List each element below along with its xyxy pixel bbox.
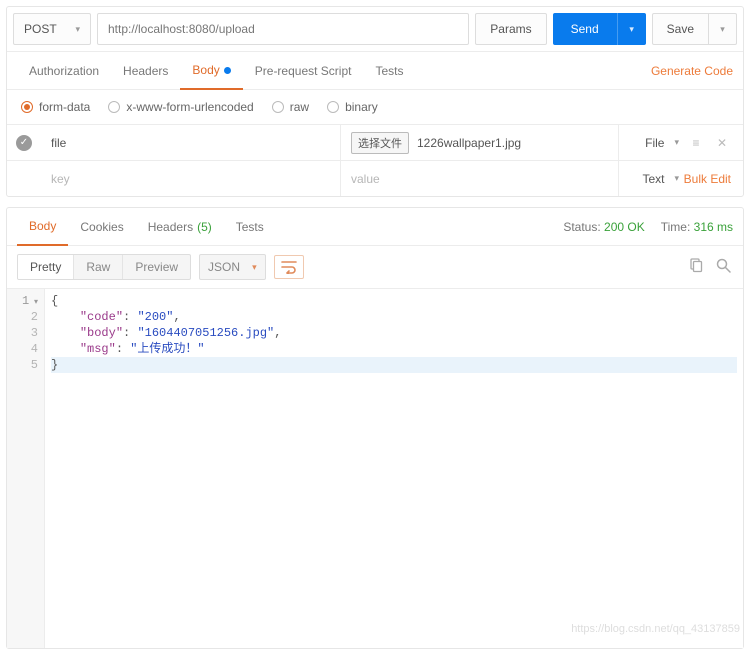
body-type-row: form-data x-www-form-urlencoded raw bina… <box>7 90 743 124</box>
generate-code-link[interactable]: Generate Code <box>651 64 733 78</box>
headers-count: (5) <box>197 220 212 234</box>
radio-icon <box>108 101 120 113</box>
value-input[interactable]: 选择文件 1226wallpaper1.jpg <box>341 125 619 160</box>
tab-authorization[interactable]: Authorization <box>17 52 111 89</box>
radio-form-data[interactable]: form-data <box>21 100 90 114</box>
save-button[interactable]: Save <box>652 13 709 45</box>
request-tabs: Authorization Headers Body Pre-request S… <box>7 52 743 90</box>
tab-resp-body[interactable]: Body <box>17 209 68 246</box>
response-time: 316 ms <box>694 220 733 234</box>
radio-binary[interactable]: binary <box>327 100 378 114</box>
chevron-down-icon: ▾ <box>75 24 80 35</box>
key-input[interactable]: key <box>41 161 341 196</box>
radio-icon <box>21 101 33 113</box>
form-data-row-empty: key value Text ▾ Bulk Edit <box>7 160 743 196</box>
radio-raw[interactable]: raw <box>272 100 309 114</box>
request-panel: POST ▾ http://localhost:8080/upload Para… <box>6 6 744 197</box>
filename-label: 1226wallpaper1.jpg <box>417 136 521 150</box>
radio-icon <box>272 101 284 113</box>
row-toggle[interactable]: ✓ <box>7 135 41 151</box>
tab-prerequest[interactable]: Pre-request Script <box>243 52 364 89</box>
status-code: 200 OK <box>604 220 645 234</box>
line-gutter: 12345 <box>7 289 45 648</box>
wrap-toggle[interactable] <box>274 255 304 279</box>
value-input[interactable]: value <box>341 161 619 196</box>
status-area: Status: 200 OK Time: 316 ms <box>563 220 733 234</box>
response-panel: Body Cookies Headers (5) Tests Status: 2… <box>6 207 744 649</box>
radio-icon <box>327 101 339 113</box>
chevron-down-icon: ▾ <box>674 137 679 148</box>
save-dropdown[interactable]: ▾ <box>709 13 737 45</box>
method-dropdown[interactable]: POST ▾ <box>13 13 91 45</box>
response-body: 12345 { "code": "200", "body": "16044070… <box>7 288 743 648</box>
chevron-down-icon: ▾ <box>252 262 257 273</box>
search-icon[interactable] <box>713 258 733 276</box>
code-area[interactable]: { "code": "200", "body": "1604407051256.… <box>45 289 743 648</box>
lang-dropdown[interactable]: JSON ▾ <box>199 254 266 280</box>
form-data-row: ✓ file 选择文件 1226wallpaper1.jpg File ▾ ≡ … <box>7 124 743 160</box>
type-dropdown[interactable]: Text ▾ <box>619 172 683 186</box>
tab-resp-cookies[interactable]: Cookies <box>68 208 135 245</box>
type-dropdown[interactable]: File ▾ <box>619 136 683 150</box>
choose-file-button[interactable]: 选择文件 <box>351 132 409 154</box>
tab-tests[interactable]: Tests <box>363 52 415 89</box>
chevron-down-icon: ▾ <box>674 173 679 184</box>
send-dropdown[interactable]: ▾ <box>618 13 646 45</box>
method-value: POST <box>24 22 57 36</box>
response-tabs: Body Cookies Headers (5) Tests Status: 2… <box>7 208 743 246</box>
bulk-edit-link[interactable]: Bulk Edit <box>684 172 731 186</box>
check-icon: ✓ <box>16 135 32 151</box>
url-input[interactable]: http://localhost:8080/upload <box>97 13 469 45</box>
params-button[interactable]: Params <box>475 13 546 45</box>
radio-urlencoded[interactable]: x-www-form-urlencoded <box>108 100 253 114</box>
row-menu-icon[interactable]: ≡ <box>683 136 709 150</box>
tab-headers[interactable]: Headers <box>111 52 180 89</box>
send-button[interactable]: Send <box>553 13 618 45</box>
view-mode-group: Pretty Raw Preview <box>17 254 191 280</box>
copy-icon[interactable] <box>685 258 705 276</box>
unsaved-dot-icon <box>224 67 231 74</box>
view-pretty[interactable]: Pretty <box>18 255 74 279</box>
tab-body[interactable]: Body <box>180 53 242 90</box>
wrap-icon <box>281 260 297 274</box>
response-toolbar: Pretty Raw Preview JSON ▾ <box>7 246 743 288</box>
view-preview[interactable]: Preview <box>123 255 190 279</box>
watermark: https://blog.csdn.net/qq_43137859 <box>571 623 740 635</box>
request-bar: POST ▾ http://localhost:8080/upload Para… <box>7 7 743 52</box>
row-delete-icon[interactable]: ✕ <box>709 136 735 150</box>
view-raw[interactable]: Raw <box>74 255 123 279</box>
tab-resp-tests[interactable]: Tests <box>224 208 276 245</box>
url-value: http://localhost:8080/upload <box>108 22 255 36</box>
key-input[interactable]: file <box>41 125 341 160</box>
tab-resp-headers[interactable]: Headers (5) <box>136 208 224 245</box>
